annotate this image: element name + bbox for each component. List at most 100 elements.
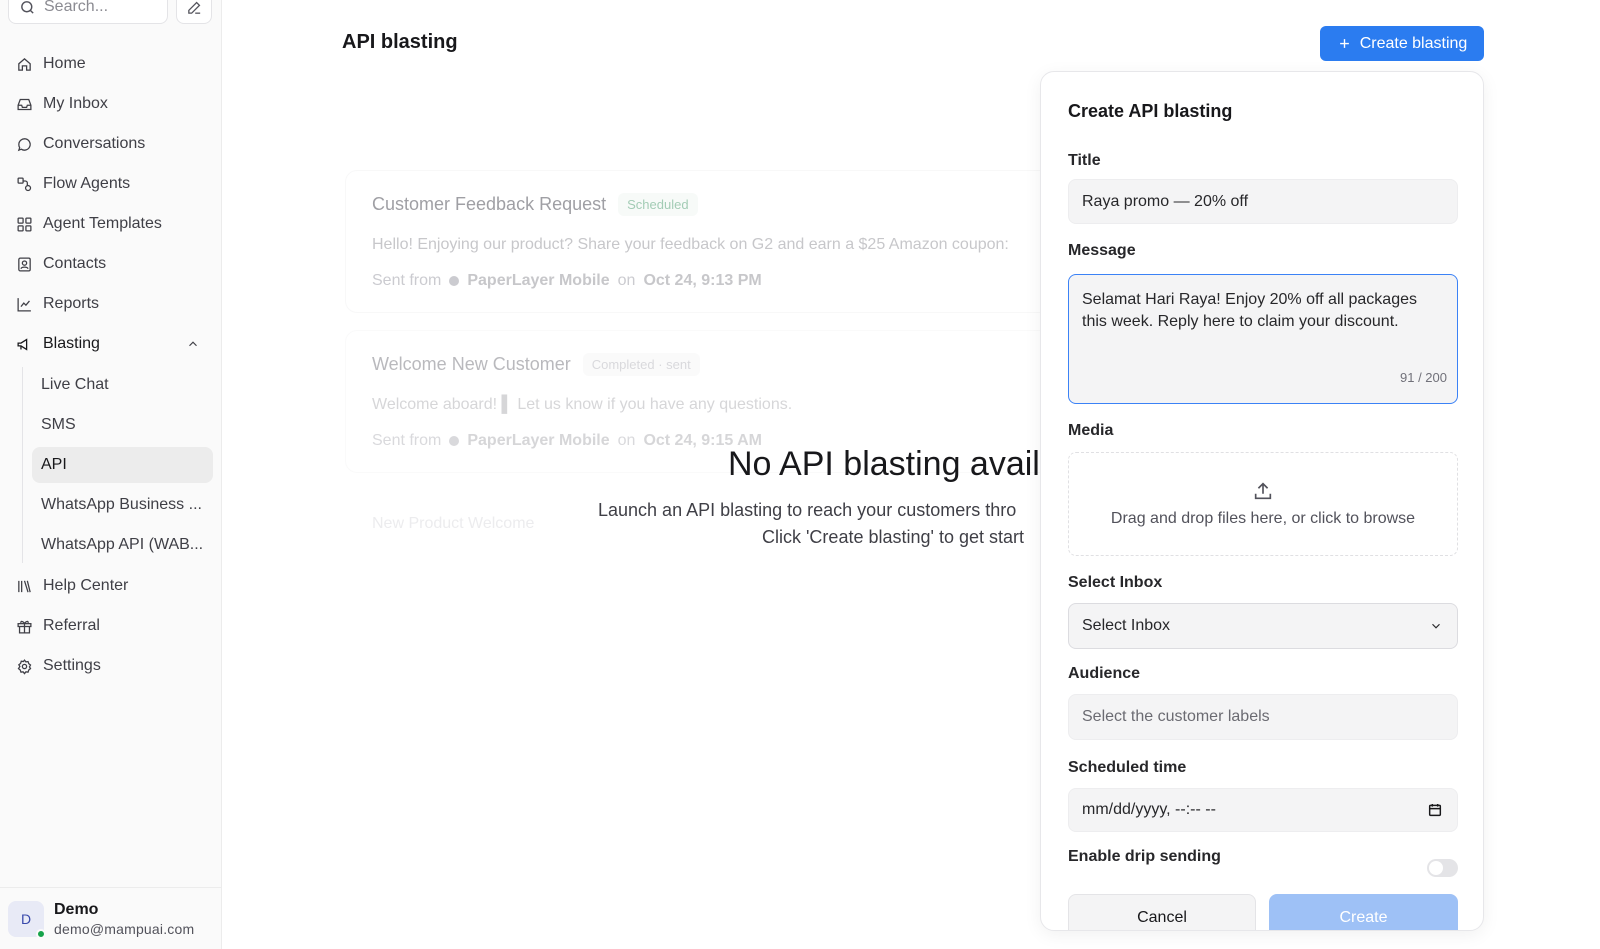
sidebar-subitem-whatsapp-api[interactable]: WhatsApp API (WAB... bbox=[32, 527, 213, 563]
create-blasting-button[interactable]: Create blasting bbox=[1320, 26, 1484, 61]
panel-title: Create API blasting bbox=[1068, 101, 1233, 121]
chevron-up-icon[interactable] bbox=[186, 337, 200, 351]
sidebar-item-flow-agents[interactable]: Flow Agents bbox=[8, 164, 212, 204]
sidebar-item-label: Help Center bbox=[43, 577, 129, 594]
chat-bubble-icon bbox=[17, 137, 31, 151]
sidebar-item-label: Blasting bbox=[43, 335, 100, 352]
pencil-icon bbox=[187, 1, 200, 14]
sent-time: Oct 24, 9:13 PM bbox=[643, 272, 762, 289]
create-api-blasting-panel: Create API blasting Title Raya promo — 2… bbox=[1040, 71, 1484, 931]
card-title-row: Customer Feedback Request Scheduled bbox=[372, 193, 1078, 216]
upload-icon bbox=[1254, 482, 1272, 500]
sidebar-item-conversations[interactable]: Conversations bbox=[8, 124, 212, 164]
sidebar-subitem-api[interactable]: API bbox=[32, 447, 213, 483]
ghost-card-title: New Product Welcome bbox=[372, 515, 535, 532]
contact-icon bbox=[18, 256, 31, 272]
online-status-dot bbox=[36, 928, 46, 939]
audience-label: Audience bbox=[1068, 665, 1141, 682]
audience-input[interactable]: Select the customer labels bbox=[1068, 694, 1458, 740]
on-label: on bbox=[617, 432, 636, 449]
sidebar-item-label: Agent Templates bbox=[43, 215, 162, 232]
inbox-icon bbox=[17, 98, 32, 110]
sidebar-item-reports[interactable]: Reports bbox=[8, 284, 212, 324]
sidebar-item-label: Home bbox=[43, 55, 86, 72]
user-profile[interactable]: D Demo demo@mampuai.com bbox=[0, 887, 222, 949]
card-meta: Sent from PaperLayer Mobile on Oct 24, 9… bbox=[372, 272, 1078, 290]
avatar: D bbox=[8, 900, 46, 939]
user-email: demo@mampuai.com bbox=[54, 920, 195, 937]
compose-button[interactable] bbox=[176, 0, 212, 24]
empty-state-hint: Click 'Create blasting' to get start bbox=[762, 527, 1024, 547]
megaphone-icon bbox=[17, 337, 28, 351]
card-title: Welcome New Customer bbox=[372, 354, 571, 374]
sidebar-item-home[interactable]: Home bbox=[8, 44, 212, 84]
search-placeholder: Search... bbox=[44, 0, 109, 15]
flow-icon bbox=[17, 176, 32, 191]
sidebar-item-label: My Inbox bbox=[43, 95, 108, 112]
sidebar-bottom-nav: Help Center Referral Settings bbox=[8, 566, 212, 686]
title-input[interactable]: Raya promo — 20% off bbox=[1068, 179, 1458, 224]
page-title: API blasting bbox=[342, 31, 458, 53]
character-counter: 91 / 200 bbox=[1400, 370, 1447, 385]
card-title-row: Welcome New Customer Completed · sent bbox=[372, 353, 1078, 376]
status-badge: Scheduled bbox=[618, 193, 698, 216]
blasting-card[interactable]: Customer Feedback Request Scheduled Hell… bbox=[345, 170, 1105, 313]
sidebar-subitem-sms[interactable]: SMS bbox=[32, 407, 213, 443]
chart-line-icon bbox=[17, 297, 31, 312]
status-badge: Completed · sent bbox=[582, 353, 700, 376]
message-label: Message bbox=[1068, 242, 1136, 259]
create-button[interactable]: Create bbox=[1269, 894, 1458, 930]
sidebar-item-label: Referral bbox=[43, 617, 100, 634]
library-icon bbox=[18, 580, 31, 592]
on-label: on bbox=[617, 272, 636, 289]
sidebar: Search... Home My Inbox Conversations Fl… bbox=[0, 0, 222, 949]
settings-icon bbox=[17, 658, 32, 675]
search-icon bbox=[21, 0, 34, 14]
empty-state-description: Launch an API blasting to reach your cus… bbox=[598, 500, 1017, 520]
sidebar-item-contacts[interactable]: Contacts bbox=[8, 244, 212, 284]
chevron-down-icon bbox=[1432, 623, 1440, 629]
message-text: Selamat Hari Raya! Enjoy 20% off all pac… bbox=[1082, 291, 1417, 330]
scheduled-time-input[interactable]: mm/dd/yyyy, --:-- -- bbox=[1068, 788, 1458, 832]
create-blasting-label: Create blasting bbox=[1359, 34, 1468, 52]
sidebar-subitem-live-chat[interactable]: Live Chat bbox=[32, 367, 213, 403]
sidebar-subitem-whatsapp-business[interactable]: WhatsApp Business ... bbox=[32, 487, 213, 523]
sidebar-item-my-inbox[interactable]: My Inbox bbox=[8, 84, 212, 124]
message-textarea[interactable]: Selamat Hari Raya! Enjoy 20% off all pac… bbox=[1068, 274, 1458, 404]
gift-icon bbox=[17, 620, 32, 634]
calendar-icon[interactable] bbox=[1427, 802, 1443, 818]
sent-from-label: Sent from bbox=[372, 272, 442, 289]
sidebar-item-agent-templates[interactable]: Agent Templates bbox=[8, 204, 212, 244]
search-input[interactable]: Search... bbox=[8, 0, 168, 24]
cancel-button[interactable]: Cancel bbox=[1068, 894, 1256, 930]
plus-icon bbox=[1339, 39, 1349, 48]
home-icon bbox=[18, 57, 31, 71]
select-inbox-label: Select Inbox bbox=[1068, 574, 1163, 591]
toggle-knob bbox=[1429, 861, 1443, 875]
sidebar-item-label: Contacts bbox=[43, 255, 107, 272]
sidebar-item-settings[interactable]: Settings bbox=[8, 646, 212, 686]
empty-state-title: No API blasting availa bbox=[728, 445, 1059, 483]
sidebar-item-label: Flow Agents bbox=[43, 175, 131, 192]
media-label: Media bbox=[1068, 422, 1114, 439]
sidebar-item-label: Conversations bbox=[43, 135, 146, 152]
sidebar-item-label: Settings bbox=[43, 657, 101, 674]
select-inbox-dropdown[interactable]: Select Inbox bbox=[1068, 603, 1458, 649]
media-dropzone[interactable]: Drag and drop files here, or click to br… bbox=[1068, 452, 1458, 556]
card-title: Customer Feedback Request bbox=[372, 194, 607, 214]
sent-from-label: Sent from bbox=[372, 432, 442, 449]
sender-name: PaperLayer Mobile bbox=[467, 432, 610, 449]
user-name: Demo bbox=[54, 900, 99, 918]
sidebar-item-label: Reports bbox=[43, 295, 100, 312]
drip-sending-label: Enable drip sending bbox=[1068, 848, 1221, 865]
drip-sending-toggle[interactable] bbox=[1427, 859, 1458, 877]
blasting-submenu: Live Chat SMS API WhatsApp Business ... … bbox=[22, 367, 213, 563]
title-label: Title bbox=[1068, 152, 1101, 169]
sidebar-item-blasting[interactable]: Blasting bbox=[8, 324, 212, 364]
user-info: Demo demo@mampuai.com bbox=[54, 901, 194, 937]
scheduled-time-label: Scheduled time bbox=[1068, 759, 1187, 776]
sender-dot bbox=[449, 436, 460, 446]
sidebar-item-referral[interactable]: Referral bbox=[8, 606, 212, 646]
search-row: Search... bbox=[8, 0, 212, 24]
sidebar-item-help-center[interactable]: Help Center bbox=[8, 566, 212, 606]
